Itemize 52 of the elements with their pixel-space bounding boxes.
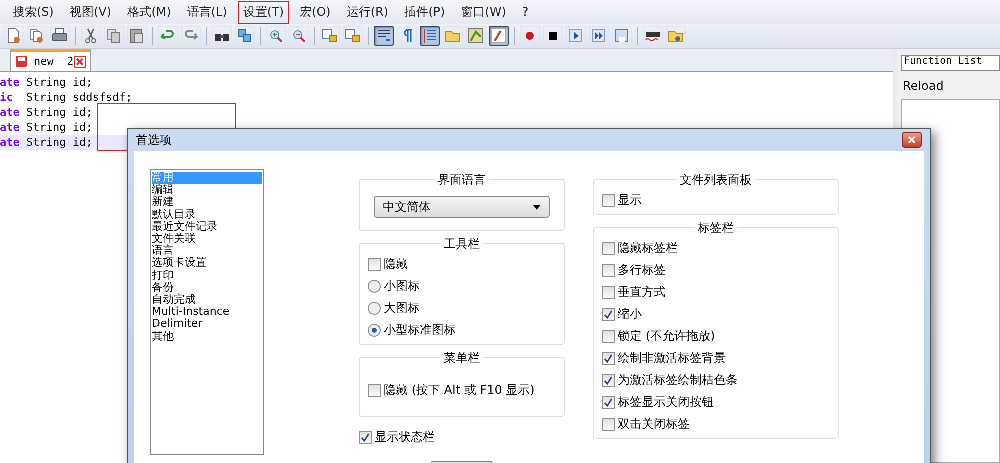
option-label: 显示 xyxy=(618,192,642,208)
option-label: 小型标准图标 xyxy=(384,322,456,338)
option-label: 绘制非激活标签背景 xyxy=(618,350,726,366)
category-item[interactable]: Multi-Instance xyxy=(152,306,262,318)
category-item[interactable]: Delimiter xyxy=(152,318,262,331)
panel-title: Function List xyxy=(901,55,1000,71)
option-label: 隐藏标签栏 xyxy=(618,240,678,256)
code-line: ate String id; xyxy=(0,75,94,90)
menu-item[interactable]: 搜索(S) xyxy=(8,0,59,24)
option-label: 小图标 xyxy=(384,278,420,294)
menu-item[interactable]: 设置(T) xyxy=(238,0,290,24)
code-line: ate String id; xyxy=(0,105,94,120)
category-item[interactable]: 备份 xyxy=(152,282,262,294)
category-item[interactable]: 文件关联 xyxy=(152,233,262,246)
option-label: 大图标 xyxy=(384,300,420,316)
group-title: 文件列表面板 xyxy=(677,172,755,189)
code-line: ic String sddsfsdf; xyxy=(0,90,134,105)
category-item[interactable]: 打印 xyxy=(152,270,262,282)
menu-item[interactable]: ? xyxy=(517,2,534,22)
tab-label: new 2 xyxy=(34,55,74,68)
option-label: 垂直方式 xyxy=(618,284,666,300)
group-title: 菜单栏 xyxy=(441,350,483,367)
option-label: 显示状态栏 xyxy=(375,428,435,446)
menu-item[interactable]: 格式(M) xyxy=(122,0,176,24)
option-label: 双击关闭标签 xyxy=(618,416,690,432)
option-label: 隐藏 xyxy=(384,256,408,272)
option-label: 隐藏 (按下 Alt 或 F10 显示) xyxy=(384,382,535,398)
file-tab[interactable]: new 2 xyxy=(10,49,91,71)
category-item[interactable]: 最近文件记录 xyxy=(152,220,262,234)
menu-item[interactable]: 插件(P) xyxy=(400,0,450,24)
category-item[interactable]: 新建 xyxy=(152,196,262,209)
option-label: 缩小 xyxy=(618,306,642,322)
option-label: 多行标签 xyxy=(618,262,666,278)
group-title: 工具栏 xyxy=(441,236,483,253)
reload-label[interactable]: Reload xyxy=(903,79,1000,93)
code-line: ate String id; xyxy=(0,120,94,135)
menu-item[interactable]: 运行(R) xyxy=(342,0,394,24)
language-dropdown[interactable]: 中文简体 xyxy=(374,196,550,218)
category-item[interactable]: 语言 xyxy=(152,245,262,258)
category-item[interactable]: 选项卡设置 xyxy=(152,257,262,270)
option-label: 锁定 (不允许拖放) xyxy=(618,328,716,344)
menu-item[interactable]: 窗口(W) xyxy=(456,0,512,24)
menu-item[interactable]: 宏(O) xyxy=(295,0,336,24)
menu-item[interactable]: 语言(L) xyxy=(182,0,232,24)
option-label: 为激活标签绘制桔色条 xyxy=(618,372,738,388)
category-item[interactable]: 自动完成 xyxy=(152,294,262,306)
group-title: 标签栏 xyxy=(695,220,737,237)
menu-item[interactable]: 视图(V) xyxy=(64,0,117,24)
category-item[interactable]: 编辑 xyxy=(152,184,262,196)
option-label: 标签显示关闭按钮 xyxy=(618,394,714,410)
category-item[interactable]: 其他 xyxy=(152,330,262,343)
category-item[interactable]: 默认目录 xyxy=(152,208,262,221)
